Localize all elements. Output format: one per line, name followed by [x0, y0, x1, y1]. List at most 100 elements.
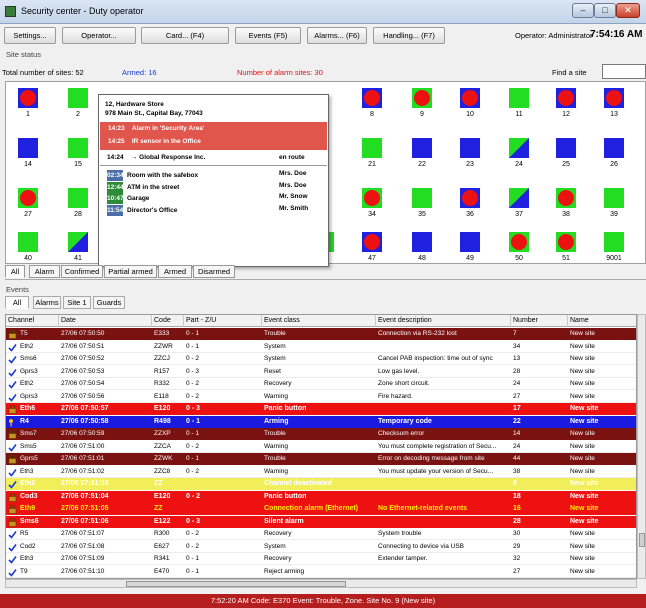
cell-cls: Panic button — [264, 492, 307, 500]
site-tile[interactable] — [556, 188, 576, 208]
events-button[interactable]: Events (F5) — [235, 27, 301, 44]
events-tab-alarms[interactable]: Alarms — [33, 296, 61, 309]
site-tile[interactable] — [509, 138, 529, 158]
column-header-number[interactable]: Number — [511, 315, 568, 327]
cell-part: 0 - 1 — [186, 455, 200, 462]
minimize-button[interactable]: – — [572, 3, 594, 18]
scroll-thumb[interactable] — [639, 533, 645, 547]
site-tile[interactable] — [18, 88, 38, 108]
column-header-channel[interactable]: Channel — [6, 315, 59, 327]
cell-cls: Trouble — [264, 430, 286, 437]
table-row[interactable]: Sms5 27/06 07:51:00 ZZCA 0 - 2 Warning You mu… — [6, 440, 636, 453]
column-header-part-z-u[interactable]: Part - Z/U — [184, 315, 262, 327]
site-tile[interactable] — [556, 138, 576, 158]
site-tile[interactable] — [509, 232, 529, 252]
table-row[interactable]: Gprs5 27/06 07:51:01 ZZWK 0 - 1 Trouble Error… — [6, 453, 636, 465]
cell-num: 13 — [513, 355, 521, 362]
handling-button[interactable]: Handling... (F7) — [373, 27, 445, 44]
site-tile[interactable] — [460, 232, 480, 252]
table-row[interactable]: Eth6 27/06 07:50:57 E120 0 - 3 Panic button 1… — [6, 403, 636, 415]
events-horizontal-scrollbar[interactable] — [5, 579, 637, 588]
table-row[interactable]: Eth3 27/06 07:51:02 ZZC8 0 - 2 Warning You mu… — [6, 465, 636, 478]
filter-tab-all[interactable]: All — [5, 265, 25, 278]
alarms-button[interactable]: Alarms... (F6) — [307, 27, 367, 44]
events-tab-all[interactable]: All — [5, 296, 29, 309]
table-row[interactable]: Cod2 27/06 07:51:08 E627 0 - 2 System Connect… — [6, 540, 636, 553]
card-button[interactable]: Card... (F4) — [141, 27, 229, 44]
site-tile[interactable] — [604, 138, 624, 158]
table-row[interactable]: Cod3 27/06 07:51:04 E120 0 - 2 Panic button 1… — [6, 490, 636, 503]
site-tile[interactable] — [412, 138, 432, 158]
table-row[interactable]: Sms7 27/06 07:50:59 ZZXP 0 - 1 Trouble Checks… — [6, 428, 636, 440]
site-tile[interactable] — [68, 88, 88, 108]
table-row[interactable]: Eth2 27/06 07:50:51 ZZWR 0 - 1 System 34 New s… — [6, 340, 636, 353]
site-tile[interactable] — [362, 138, 382, 158]
column-header-name[interactable]: Name — [568, 315, 636, 327]
site-tile[interactable] — [604, 188, 624, 208]
table-row[interactable]: R4 27/06 07:50:58 R498 0 - 1 Arming Temporary… — [6, 415, 636, 428]
site-tile[interactable] — [362, 232, 382, 252]
site-tile[interactable] — [18, 232, 38, 252]
maximize-button[interactable]: □ — [594, 3, 616, 18]
column-header-code[interactable]: Code — [152, 315, 184, 327]
cell-channel: Cod2 — [20, 542, 36, 550]
column-header-event-description[interactable]: Event description — [376, 315, 511, 327]
table-row[interactable]: R5 27/06 07:51:07 R300 0 - 2 Recovery System … — [6, 528, 636, 540]
table-row[interactable]: Gprs3 27/06 07:50:56 E118 0 - 2 Warning Fire … — [6, 390, 636, 403]
popup-alarm-row: 14:25 IR sensor in the Office — [108, 138, 201, 145]
site-tile[interactable] — [362, 188, 382, 208]
table-row[interactable]: T9 27/06 07:51:10 E470 0 - 1 Reject arming 27… — [6, 565, 636, 578]
filter-tab-armed[interactable]: Armed — [158, 265, 192, 278]
events-tab-guards[interactable]: Guards — [93, 296, 125, 309]
site-tile[interactable] — [460, 188, 480, 208]
cell-desc: Extender tamper. — [378, 555, 428, 562]
table-row[interactable]: Sms6 27/06 07:51:06 E122 0 - 3 Silent alarm 2… — [6, 515, 636, 528]
site-tile[interactable] — [412, 88, 432, 108]
site-tile[interactable] — [460, 138, 480, 158]
settings-button[interactable]: Settings... — [4, 27, 56, 44]
events-vertical-scrollbar[interactable] — [637, 314, 646, 579]
site-number: 23 — [466, 161, 474, 168]
cell-name: New site — [570, 480, 599, 487]
column-header-event-class[interactable]: Event class — [262, 315, 376, 327]
site-tile[interactable] — [412, 188, 432, 208]
filter-tab-confirmed[interactable]: Confirmed — [61, 265, 103, 278]
table-row[interactable]: T5 27/06 07:50:50 E333 0 - 1 Trouble Connecti… — [6, 328, 636, 340]
filter-tab-alarm[interactable]: Alarm — [29, 265, 60, 278]
site-tile[interactable] — [68, 188, 88, 208]
events-tab-site-1[interactable]: Site 1 — [63, 296, 91, 309]
table-row[interactable]: Gprs3 27/06 07:50:53 R157 0 - 3 Reset Low gas… — [6, 365, 636, 378]
find-site-input[interactable] — [602, 64, 646, 79]
table-row[interactable]: Eth9 27/06 07:51:05 ZZ Connection alarm (Et… — [6, 503, 636, 515]
close-button[interactable]: ✕ — [616, 3, 640, 18]
operator-button[interactable]: Operator... — [62, 27, 136, 44]
table-row[interactable]: Eth3 27/06 07:51:09 R341 0 - 1 Recovery Exten… — [6, 553, 636, 565]
site-tile[interactable] — [556, 88, 576, 108]
column-header-date[interactable]: Date — [59, 315, 152, 327]
filter-tab-disarmed[interactable]: Disarmed — [193, 265, 235, 278]
cell-desc: No Ethernet-related events — [378, 505, 468, 512]
cell-channel: T5 — [20, 330, 28, 337]
site-tile[interactable] — [18, 188, 38, 208]
site-tile[interactable] — [556, 232, 576, 252]
scroll-thumb[interactable] — [126, 581, 346, 587]
site-tile[interactable] — [68, 138, 88, 158]
cell-channel: Gprs3 — [20, 392, 38, 400]
events-table: Channel Date Code Part - Z/U Event class Even… — [5, 314, 637, 579]
site-tile[interactable] — [18, 138, 38, 158]
site-tile[interactable] — [509, 88, 529, 108]
site-tile[interactable] — [509, 188, 529, 208]
site-tile[interactable] — [460, 88, 480, 108]
table-row[interactable]: Sms6 27/06 07:50:52 ZZCJ 0 - 2 System Cancel … — [6, 353, 636, 365]
table-row[interactable]: Eth2 27/06 07:50:54 R332 0 - 2 Recovery Zone … — [6, 378, 636, 390]
site-tile[interactable] — [68, 232, 88, 252]
cell-part: 0 - 1 — [186, 555, 200, 562]
site-tile[interactable] — [362, 88, 382, 108]
site-tile[interactable] — [604, 88, 624, 108]
table-row[interactable]: Eth2 27/06 07:51:03 ZZ Channel deactivated 8… — [6, 478, 636, 490]
cell-desc: Connection via RS-232 lost — [378, 330, 457, 337]
filter-tab-partial-armed[interactable]: Partial armed — [104, 265, 157, 278]
cell-name: New site — [570, 392, 595, 400]
site-tile[interactable] — [412, 232, 432, 252]
site-tile[interactable] — [604, 232, 624, 252]
